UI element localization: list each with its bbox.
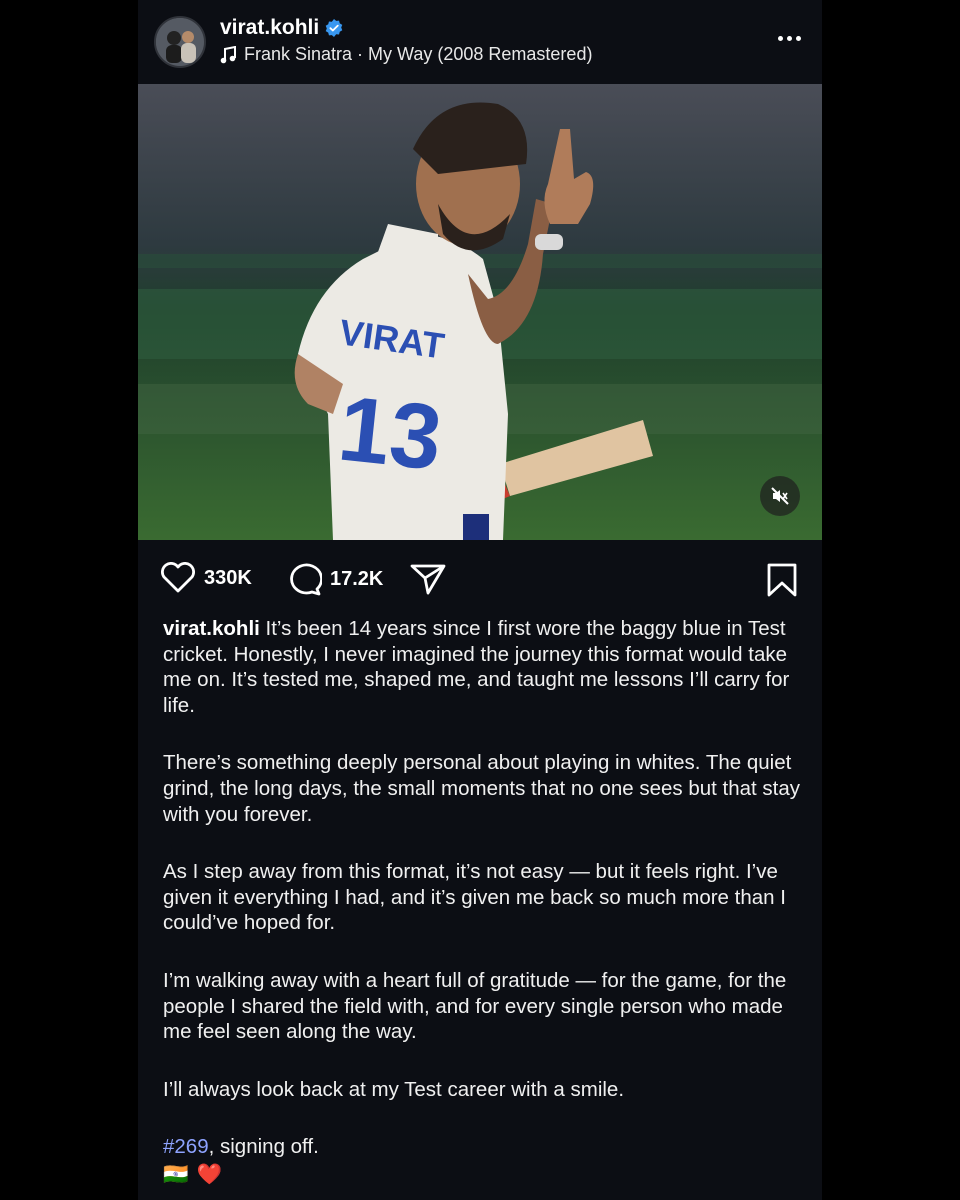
comment-button[interactable]: 17.2K bbox=[286, 562, 383, 596]
music-note-icon bbox=[220, 45, 236, 63]
caption-signoff: #269, signing off. bbox=[163, 1134, 803, 1160]
paper-plane-icon bbox=[410, 564, 446, 595]
caption-paragraph: virat.kohli It’s been 14 years since I f… bbox=[163, 616, 803, 718]
more-options-icon[interactable] bbox=[774, 26, 804, 50]
red-heart-emoji: ❤️ bbox=[196, 1162, 223, 1186]
like-button[interactable]: 330K bbox=[160, 562, 252, 594]
comment-bubble-icon bbox=[290, 563, 322, 596]
post-photo[interactable]: VIRAT 13 bbox=[138, 84, 822, 540]
save-button[interactable] bbox=[766, 562, 798, 603]
caption-paragraph: I’ll always look back at my Test career … bbox=[163, 1077, 625, 1101]
post-caption: virat.kohli It’s been 14 years since I f… bbox=[163, 616, 803, 1188]
emoji-row: 🇮🇳 ❤️ bbox=[163, 1162, 803, 1188]
audio-track[interactable]: Frank Sinatra · My Way (2008 Remastered) bbox=[220, 44, 592, 65]
avatar[interactable] bbox=[154, 16, 206, 68]
caption-username[interactable]: virat.kohli bbox=[163, 617, 260, 640]
share-button[interactable] bbox=[410, 562, 446, 596]
action-bar: 330K 17.2K bbox=[138, 540, 822, 620]
song-title: Frank Sinatra · My Way (2008 Remastered) bbox=[244, 44, 593, 64]
post-header: virat.kohli Frank Sinatra · My Way (2008… bbox=[138, 0, 822, 84]
comment-count: 17.2K bbox=[330, 567, 384, 590]
india-flag-emoji: 🇮🇳 bbox=[163, 1162, 189, 1186]
signoff-text: , signing off. bbox=[208, 1135, 319, 1159]
bookmark-icon bbox=[767, 563, 797, 597]
caption-paragraph: I’m walking away with a heart full of gr… bbox=[163, 968, 787, 1044]
caption-paragraph: As I step away from this format, it’s no… bbox=[163, 860, 786, 935]
cricketer-photo: VIRAT 13 bbox=[138, 84, 822, 540]
username-row: virat.kohli bbox=[220, 16, 343, 40]
username[interactable]: virat.kohli bbox=[220, 16, 319, 40]
jersey-number: 13 bbox=[334, 377, 446, 489]
instagram-post: virat.kohli Frank Sinatra · My Way (2008… bbox=[138, 0, 822, 1200]
heart-icon bbox=[161, 562, 195, 593]
caption-paragraph: There’s something deeply personal about … bbox=[163, 751, 801, 826]
avatar-image bbox=[156, 18, 204, 66]
verified-badge-icon bbox=[325, 19, 343, 37]
mute-toggle[interactable] bbox=[760, 476, 800, 516]
like-count: 330K bbox=[204, 566, 252, 589]
hashtag-link[interactable]: #269 bbox=[163, 1135, 209, 1158]
muted-speaker-icon bbox=[771, 487, 789, 505]
